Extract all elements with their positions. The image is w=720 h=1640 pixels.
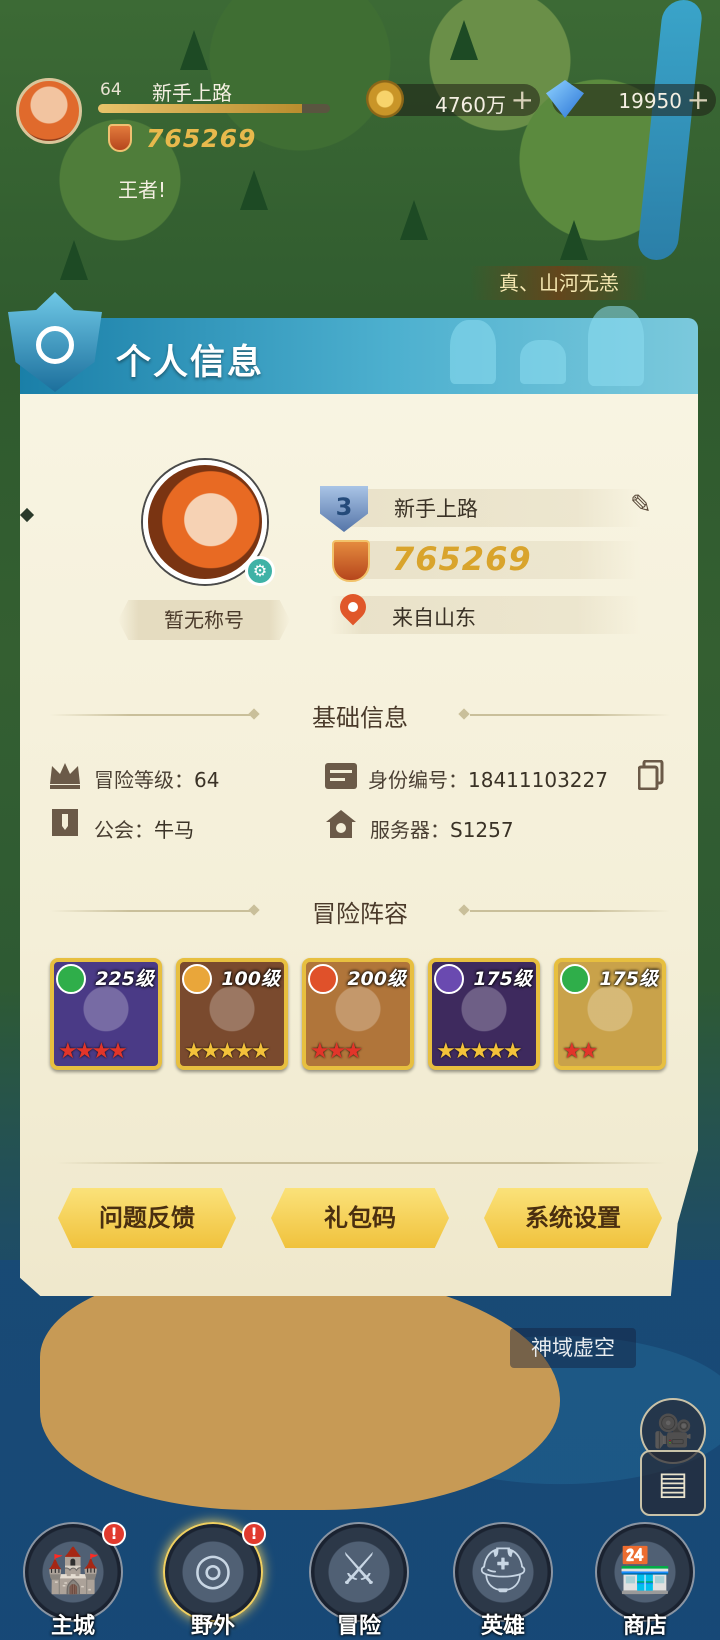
gold-value: 4760万	[435, 93, 506, 117]
zone-label[interactable]: 神域虚空	[510, 1328, 636, 1368]
gift-code-button[interactable]: 礼包码	[271, 1188, 449, 1248]
server-label: 服务器：	[370, 818, 450, 842]
gold-counter: 4760万 +	[366, 80, 540, 118]
nav-adventure[interactable]: ⚔ 冒险	[304, 1522, 414, 1640]
server-house-icon	[324, 808, 358, 838]
nav-label: 野外	[190, 1614, 235, 1639]
location-row	[330, 596, 640, 634]
tree-decor	[240, 170, 268, 210]
hero-stars: ★★★	[310, 1039, 363, 1064]
adventure-level-label: 冒险等级：	[94, 768, 194, 792]
divider	[56, 1162, 356, 1164]
hero-card[interactable]: 175级 ★★	[554, 958, 666, 1070]
guild: 公会：牛马	[94, 814, 194, 843]
server-value: S1257	[450, 818, 514, 842]
profile-location: 来自山东	[392, 606, 476, 630]
ghost-decor-icon	[520, 340, 566, 384]
hero-stars: ★★★★	[58, 1039, 128, 1064]
faction-icon	[434, 964, 464, 994]
player-id: 身份编号：18411103227	[368, 764, 608, 793]
player-id-label: 身份编号：	[368, 768, 468, 792]
hero-level: 200级	[347, 968, 406, 990]
profile-power: 765269	[392, 540, 532, 578]
lineup-title: 冒险阵容	[312, 900, 408, 928]
gold-coin-icon	[366, 80, 404, 118]
xp-bar	[98, 104, 330, 113]
player-avatar[interactable]	[16, 78, 82, 144]
tree-decor	[450, 20, 478, 60]
hero-card[interactable]: 225级 ★★★★	[50, 958, 162, 1070]
add-gem-button[interactable]: +	[687, 84, 710, 116]
alert-badge: !	[102, 1522, 126, 1546]
nav-heroes[interactable]: ⛑ 英雄	[448, 1522, 558, 1640]
ghost-decor-icon	[450, 320, 496, 384]
guild-value: 牛马	[154, 818, 194, 842]
copy-icon[interactable]	[637, 759, 664, 791]
nav-label: 商店	[622, 1614, 667, 1639]
hero-level: 225级	[95, 968, 154, 990]
adventure-level-value: 64	[194, 768, 220, 792]
tree-decor	[180, 30, 208, 70]
scroll-log-icon[interactable]: ▤	[640, 1450, 706, 1516]
hero-stars: ★★	[562, 1039, 598, 1064]
edit-name-icon[interactable]: ✎	[630, 490, 658, 520]
gem-value: 19950	[618, 89, 682, 113]
tree-decor	[400, 200, 428, 240]
name-row	[330, 489, 640, 527]
panel-title: 个人信息	[116, 343, 265, 383]
ghost-decor-icon	[588, 306, 644, 386]
basic-info-title: 基础信息	[312, 704, 408, 732]
hero-card[interactable]: 100级 ★★★★★	[176, 958, 288, 1070]
nav-shop[interactable]: 🏪 商店	[590, 1522, 700, 1640]
tree-decor	[560, 220, 588, 260]
nav-label: 冒险	[336, 1614, 381, 1639]
faction-icon	[560, 964, 590, 994]
feedback-button[interactable]: 问题反馈	[58, 1188, 236, 1248]
river	[636, 0, 704, 260]
avatar-settings-icon[interactable]: ⚙	[245, 556, 275, 586]
guild-label: 公会：	[94, 818, 154, 842]
nav-wild[interactable]: ◎ ! 野外	[158, 1522, 268, 1640]
settings-button[interactable]: 系统设置	[484, 1188, 662, 1248]
divider	[356, 1162, 666, 1164]
power-icon	[332, 540, 370, 582]
hero-stars: ★★★★★	[436, 1039, 523, 1064]
faction-icon	[56, 964, 86, 994]
id-card-icon	[324, 762, 358, 792]
hero-card[interactable]: 200级 ★★★	[302, 958, 414, 1070]
hero-level: 175级	[473, 968, 532, 990]
player-id-value: 18411103227	[468, 768, 608, 792]
alert-badge: !	[242, 1522, 266, 1546]
power-value: 765269	[146, 124, 257, 153]
gem-counter: 19950 +	[546, 80, 716, 118]
power-icon	[108, 124, 132, 152]
title-badge[interactable]: 暂无称号	[118, 600, 290, 640]
adventure-level: 冒险等级：64	[94, 764, 219, 793]
player-motto: 王者!	[118, 178, 167, 202]
guild-banner-icon	[48, 808, 82, 838]
nav-label: 英雄	[480, 1614, 525, 1639]
hero-level: 175级	[599, 968, 658, 990]
faction-icon	[308, 964, 338, 994]
map-rank-tag[interactable]: 真、山河无恙	[470, 266, 648, 300]
server: 服务器：S1257	[370, 814, 514, 843]
player-level: 64	[100, 80, 122, 100]
crown-icon	[48, 760, 82, 790]
hero-level: 100级	[221, 968, 280, 990]
hero-stars: ★★★★★	[184, 1039, 271, 1064]
nav-main-city[interactable]: 🏰 ! 主城	[18, 1522, 128, 1640]
tree-decor	[60, 240, 88, 280]
hero-card[interactable]: 175级 ★★★★★	[428, 958, 540, 1070]
xp-bar-fill	[98, 104, 303, 113]
player-name: 新手上路	[152, 81, 232, 105]
add-gold-button[interactable]: +	[511, 84, 534, 116]
faction-icon	[182, 964, 212, 994]
nav-label: 主城	[50, 1614, 95, 1639]
profile-name: 新手上路	[394, 497, 478, 521]
